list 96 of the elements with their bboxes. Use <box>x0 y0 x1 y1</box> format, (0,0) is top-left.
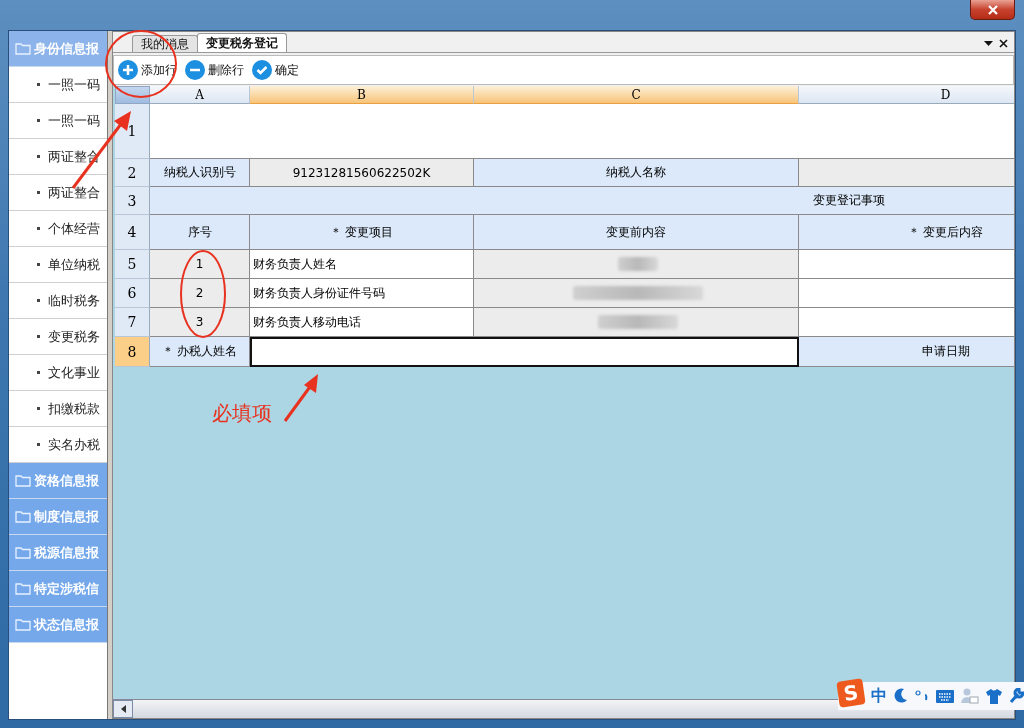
input-field[interactable] <box>250 337 799 367</box>
item-label: 单位纳税 <box>48 255 100 274</box>
group-label: 税源信息报 <box>34 543 99 562</box>
item-label: 文化事业 <box>48 363 100 382</box>
table-cell[interactable] <box>799 308 1014 337</box>
minus-icon <box>185 60 205 80</box>
bullet-icon <box>37 83 40 86</box>
row-header[interactable]: 5 <box>115 250 150 279</box>
row-header[interactable]: 8 <box>115 337 150 367</box>
dropdown-icon[interactable] <box>984 41 993 46</box>
column-header[interactable]: C <box>474 86 799 104</box>
sidebar-item[interactable]: 扣缴税款 <box>9 391 107 427</box>
table-cell: ＊ 办税人姓名 <box>150 337 250 367</box>
sidebar-item[interactable]: 两证整合 <box>9 175 107 211</box>
column-header[interactable]: B <box>250 86 474 104</box>
tab[interactable]: 变更税务登记 <box>197 33 287 52</box>
left-arrow-icon <box>120 705 126 713</box>
bullet-icon <box>37 263 40 266</box>
annotation-circle <box>105 30 177 98</box>
row-header[interactable]: 2 <box>115 159 150 187</box>
sidebar-item[interactable]: 变更税务 <box>9 319 107 355</box>
toolbar-button[interactable]: 确定 <box>252 60 299 80</box>
sidebar-item[interactable]: 文化事业 <box>9 355 107 391</box>
row-header[interactable]: 6 <box>115 279 150 308</box>
item-label: 两证整合 <box>48 183 100 202</box>
table-cell: ＊ 变更后内容 <box>799 215 1014 250</box>
bullet-icon <box>37 227 40 230</box>
bullet-icon <box>37 335 40 338</box>
sidebar-item[interactable]: 个体经营 <box>9 211 107 247</box>
table-cell: 3 <box>150 308 250 337</box>
folder-icon <box>15 474 31 487</box>
folder-icon <box>15 582 31 595</box>
table-cell: 变更登记事项 <box>799 187 1014 215</box>
row-header[interactable]: 4 <box>115 215 150 250</box>
group-label: 特定涉税信 <box>34 579 99 598</box>
shirt-icon[interactable] <box>986 688 1002 704</box>
item-label: 扣缴税款 <box>48 399 100 418</box>
close-button[interactable] <box>970 0 1015 20</box>
bullet-icon <box>37 443 40 446</box>
table-cell[interactable]: 财务负责人移动电话 <box>250 308 474 337</box>
row-header[interactable]: 7 <box>115 308 150 337</box>
table-cell: 变更前内容 <box>474 215 799 250</box>
column-header[interactable]: A <box>150 86 250 104</box>
close-icon <box>986 4 999 15</box>
folder-icon <box>15 618 31 631</box>
item-label: 临时税务 <box>48 291 100 310</box>
group-label: 资格信息报 <box>34 471 99 490</box>
item-label: 实名办税 <box>48 435 100 454</box>
row-header[interactable]: 1 <box>115 104 150 159</box>
table-cell: 1 <box>150 250 250 279</box>
table-cell[interactable]: 财务负责人姓名 <box>250 250 474 279</box>
table-cell[interactable]: 财务负责人身份证件号码 <box>250 279 474 308</box>
group-label: 身份信息报 <box>34 39 99 58</box>
sidebar-item[interactable]: 单位纳税 <box>9 247 107 283</box>
wrench-icon[interactable] <box>1009 688 1024 704</box>
plus-icon <box>118 60 138 80</box>
annotation-text: 必填项 <box>212 400 272 427</box>
scroll-left-button[interactable] <box>113 700 133 718</box>
table-cell: ＊ 变更项目 <box>250 215 474 250</box>
table-cell: 91231281560622502K <box>250 159 474 187</box>
bullet-icon <box>37 299 40 302</box>
item-label: 一照一码 <box>48 111 100 130</box>
table-cell[interactable] <box>799 250 1014 279</box>
toolbar-button[interactable]: 删除行 <box>185 60 244 80</box>
bullet-icon <box>37 155 40 158</box>
ime-mode[interactable]: 中 <box>871 685 887 707</box>
folder-icon <box>15 42 31 55</box>
item-label: 个体经营 <box>48 219 100 238</box>
table-cell: 纳税人名称 <box>474 159 799 187</box>
table-cell: 申请日期 <box>799 337 1014 367</box>
bullet-icon <box>37 119 40 122</box>
table-cell: 2 <box>150 279 250 308</box>
sidebar-item[interactable]: 临时税务 <box>9 283 107 319</box>
bullet-icon <box>37 191 40 194</box>
check-icon <box>252 60 272 80</box>
item-label: 变更税务 <box>48 327 100 346</box>
close-icon[interactable] <box>999 39 1008 48</box>
folder-icon <box>15 546 31 559</box>
annotation-arrow <box>283 374 318 422</box>
item-label: 一照一码 <box>48 75 100 94</box>
sidebar-item[interactable]: 一照一码 <box>9 67 107 103</box>
table-cell: 序号 <box>150 215 250 250</box>
group-label: 制度信息报 <box>34 507 99 526</box>
group-label: 状态信息报 <box>34 615 99 634</box>
keyboard-icon[interactable] <box>936 689 954 703</box>
table-cell[interactable] <box>799 279 1014 308</box>
moon-icon[interactable] <box>894 688 908 704</box>
blurred-text <box>618 257 658 271</box>
bullet-icon <box>37 407 40 410</box>
sidebar-item[interactable]: 一照一码 <box>9 103 107 139</box>
column-header[interactable]: D <box>799 86 1014 104</box>
folder-icon <box>15 510 31 523</box>
row-header[interactable]: 3 <box>115 187 150 215</box>
table-cell: 纳税人识别号 <box>150 159 250 187</box>
punctuation-icon[interactable] <box>915 689 929 703</box>
bullet-icon <box>37 371 40 374</box>
